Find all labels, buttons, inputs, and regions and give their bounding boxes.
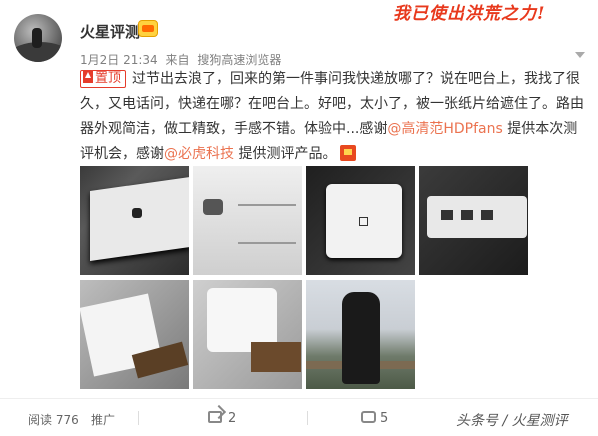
- avatar-figure: [32, 28, 42, 48]
- wood-tag: [251, 342, 301, 372]
- gift-icon: [340, 145, 357, 161]
- pinned-badge: 置顶: [80, 70, 127, 88]
- source-prefix: 来自: [165, 53, 190, 67]
- watermark: 头条号 / 火星测评: [456, 413, 568, 429]
- mention-hdpfans[interactable]: @高清范HDPfans: [387, 121, 502, 137]
- share-count[interactable]: 2: [228, 411, 236, 426]
- read-count: 阅读 776: [28, 413, 79, 427]
- banner-slogan: 我已使出洪荒之力!: [393, 4, 546, 24]
- photo-router-box[interactable]: [80, 166, 189, 275]
- photo-person-outdoors[interactable]: [306, 280, 415, 389]
- post-source[interactable]: 搜狗高速浏览器: [197, 53, 281, 67]
- person-figure: [342, 292, 380, 384]
- footer-separator: [307, 411, 308, 425]
- label-text-lines: [238, 204, 296, 244]
- pin-icon: [83, 71, 93, 83]
- ethernet-port-icon: [481, 210, 493, 220]
- share-icon[interactable]: [208, 411, 222, 423]
- ethernet-port-icon: [461, 210, 473, 220]
- post-footer: 阅读 776 推广 2 5 头条号 / 火星测评: [0, 399, 598, 436]
- comment-count[interactable]: 5: [380, 411, 388, 426]
- post-time[interactable]: 1月2日 21:34: [80, 53, 158, 67]
- post-text: 置顶 过节出去浪了，回来的第一件事问我快递放哪了？说在吧台上，我找了很久，又电话问…: [80, 67, 585, 167]
- chevron-down-icon[interactable]: [572, 50, 588, 62]
- footer-separator: [138, 411, 139, 425]
- comment-icon[interactable]: [361, 411, 376, 423]
- post-meta: 1月2日 21:34 来自 搜狗高速浏览器: [80, 51, 285, 68]
- photo-router-on-stand[interactable]: [193, 280, 302, 389]
- router-box: [90, 176, 189, 262]
- brand-logo-icon: [203, 199, 223, 215]
- photo-router-with-tag[interactable]: [80, 280, 189, 389]
- avatar[interactable]: [14, 14, 62, 62]
- post-body-3: 提供测评产品。: [234, 146, 337, 162]
- photo-router-top[interactable]: [306, 166, 415, 275]
- ethernet-port-icon: [441, 210, 453, 220]
- pinned-label: 置顶: [95, 71, 122, 86]
- brand-logo-icon: [132, 208, 142, 218]
- router-top: [326, 184, 402, 258]
- promote-button[interactable]: 推广: [91, 411, 115, 428]
- photo-router-ports[interactable]: [419, 166, 528, 275]
- username[interactable]: 火星评测: [80, 21, 140, 42]
- mention-bihu[interactable]: @必虎科技: [164, 146, 234, 162]
- photo-router-label[interactable]: [193, 166, 302, 275]
- vip-badge-icon[interactable]: [138, 20, 158, 37]
